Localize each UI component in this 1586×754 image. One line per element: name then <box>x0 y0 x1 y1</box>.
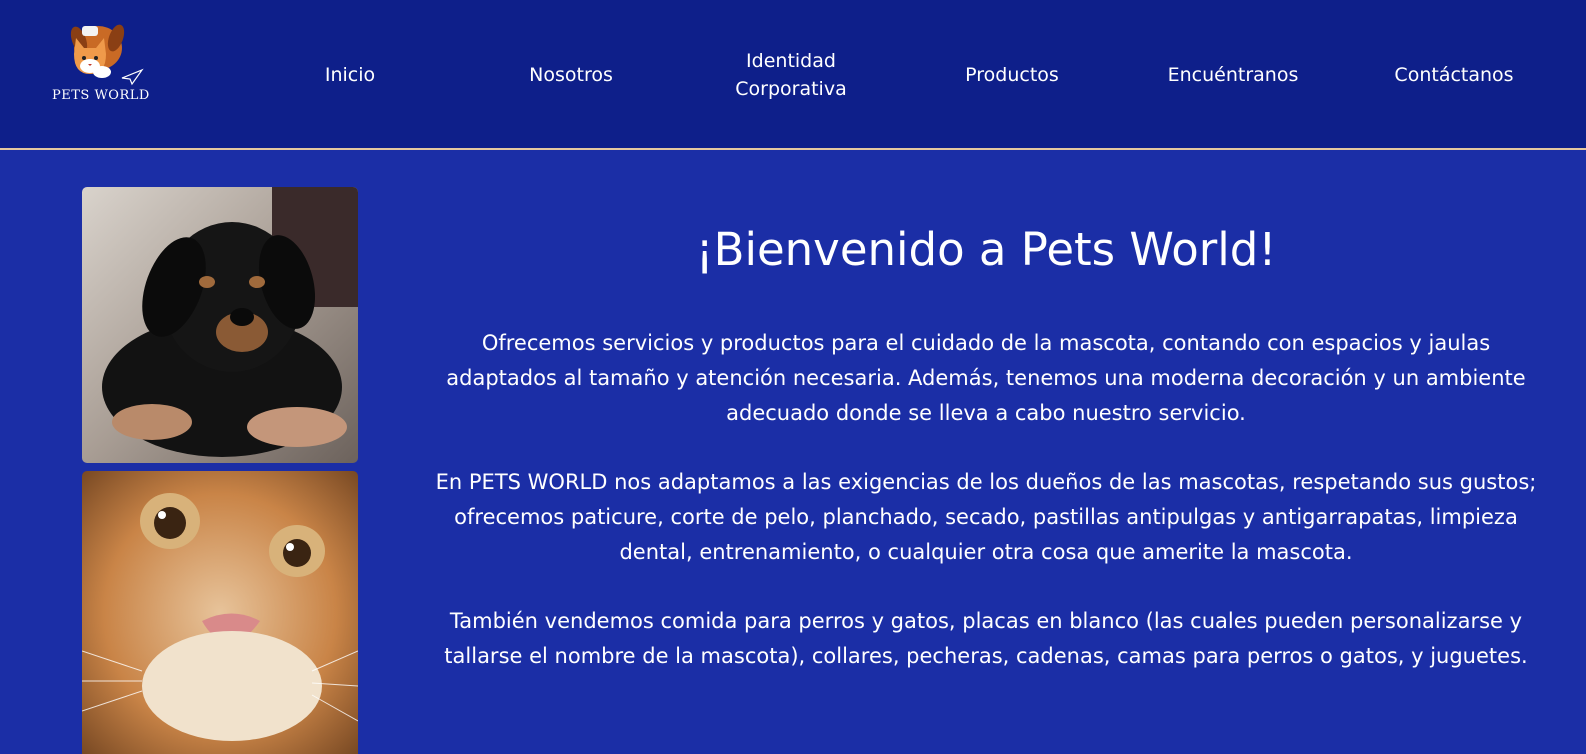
page-title: ¡Bienvenido a Pets World! <box>695 223 1277 276</box>
intro-paragraph: Ofrecemos servicios y productos para el … <box>446 331 1526 425</box>
site-header: PETS WORLD Inicio Nosotros Identidad Cor… <box>0 0 1586 150</box>
products-paragraph: También vendemos comida para perros y ga… <box>444 609 1528 668</box>
services-paragraph: En PETS WORLD nos adaptamos a las exigen… <box>435 470 1537 564</box>
welcome-section: ¡Bienvenido a Pets World! Ofrecemos serv… <box>430 220 1542 674</box>
nav-contactanos[interactable]: Contáctanos <box>1394 0 1513 150</box>
nav-inicio[interactable]: Inicio <box>325 0 375 150</box>
logo-text: PETS WORLD <box>52 88 150 103</box>
kitten-image-icon <box>82 471 358 754</box>
nav-nosotros[interactable]: Nosotros <box>529 0 613 150</box>
puppy-photo <box>82 187 358 463</box>
kitten-photo <box>82 471 358 754</box>
cat-dog-logo-icon <box>70 24 144 86</box>
nav-identidad-corporativa[interactable]: Identidad Corporativa <box>731 0 851 150</box>
nav-productos[interactable]: Productos <box>965 0 1059 150</box>
puppy-image-icon <box>82 187 358 463</box>
nav-encuentranos[interactable]: Encuéntranos <box>1168 0 1299 150</box>
nav-identidad-label: Identidad Corporativa <box>735 50 847 100</box>
pets-world-logo[interactable]: PETS WORLD <box>52 18 150 110</box>
